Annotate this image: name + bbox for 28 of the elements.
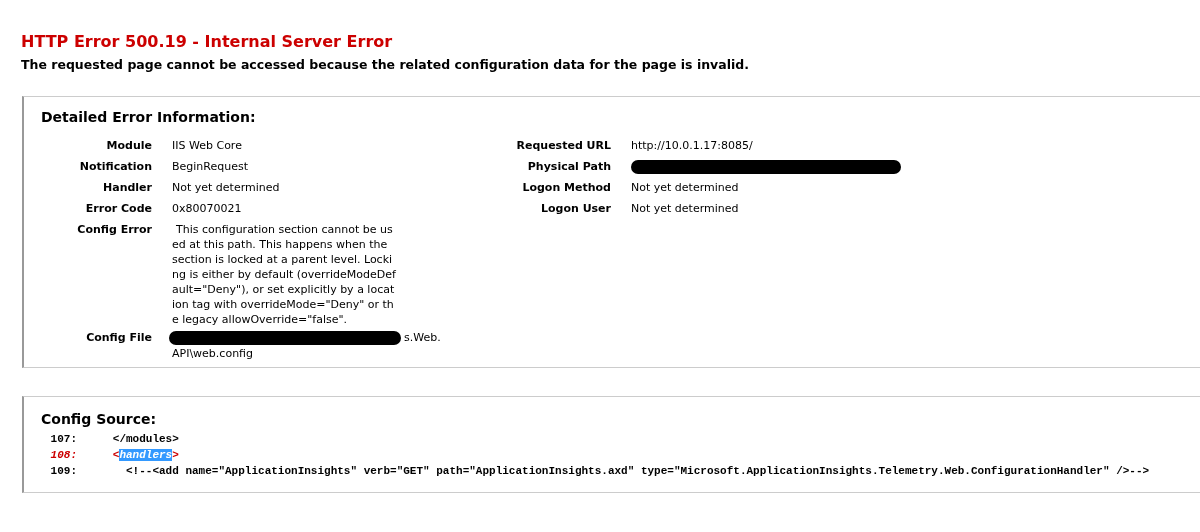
error-title: HTTP Error 500.19 - Internal Server Error xyxy=(21,32,394,52)
field-value: s.Web. API\web.config xyxy=(172,330,442,362)
field-label: Logon User xyxy=(539,201,611,217)
section-heading: Detailed Error Information: xyxy=(41,108,257,127)
field-label: Error Code xyxy=(84,201,152,217)
field-value: IIS Web Core xyxy=(172,138,242,154)
code-line: </modules> xyxy=(111,432,179,447)
field-value: This configuration section cannot be used at this path. This happens when the section is locked at a parent level. Locking is either by default (overrideModeDefault="Deny"), or set explicitly by a location tag with overrideMode="Deny" or the legacy allowOverride="false". xyxy=(172,222,396,327)
field-value: 0x80070021 xyxy=(172,201,242,217)
line-number: 108: xyxy=(49,448,78,463)
field-label: Config Error xyxy=(76,222,152,238)
field-label: Requested URL xyxy=(515,138,611,154)
code-line: <!--<add name="ApplicationInsights" verb="GET" path="ApplicationInsights.axd" type="Microsoft.ApplicationInsights.Telemetry.Web.ConfigurationHandler" />--> xyxy=(125,464,1150,479)
field-value: Not yet determined xyxy=(631,180,739,196)
field-label: Config File xyxy=(85,330,152,346)
field-value: Not yet determined xyxy=(631,201,739,217)
field-label: Physical Path xyxy=(526,159,611,175)
field-value: BeginRequest xyxy=(172,159,248,175)
error-summary: The requested page cannot be accessed because the related configuration data for the page is invalid. xyxy=(21,56,750,74)
field-label: Logon Method xyxy=(521,180,611,196)
field-label: Notification xyxy=(78,159,152,175)
field-value: http://10.0.1.17:8085/ xyxy=(631,138,753,154)
field-label: Handler xyxy=(102,180,152,196)
field-label: Module xyxy=(105,138,152,154)
line-number: 107: xyxy=(49,432,78,447)
section-heading: Config Source: xyxy=(41,410,158,429)
line-number: 109: xyxy=(49,464,78,479)
field-value: Not yet determined xyxy=(172,180,280,196)
